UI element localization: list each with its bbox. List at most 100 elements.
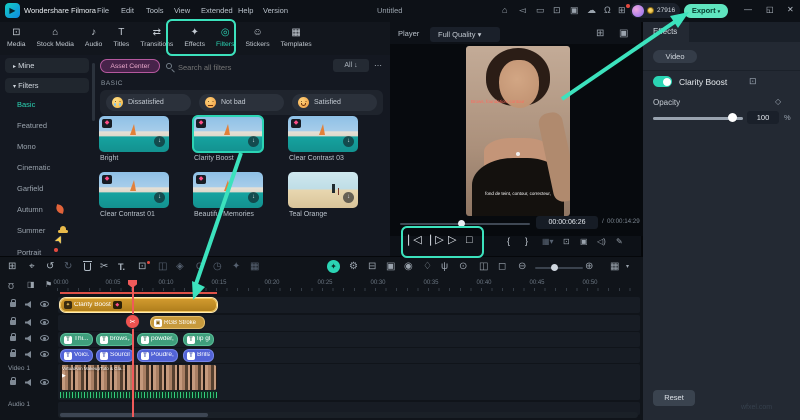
marker-icon[interactable]: ◻ [498, 262, 506, 272]
all-download-button[interactable]: All ↓ [333, 59, 369, 72]
filter-card-clear-contrast-03[interactable]: ◆ ↓ Clear Contrast 03 [288, 116, 358, 152]
settings-gear-icon[interactable]: ⚙ [349, 262, 358, 272]
tab-templates[interactable]: ▦Templates [281, 28, 312, 49]
lock-icon[interactable] [10, 320, 16, 325]
sidebar-group-filters[interactable]: ▾ Filters [5, 78, 89, 93]
snapshot-camera-icon[interactable]: ▣ [580, 238, 588, 246]
video-preview[interactable]: Brows, foundation, contour fond de teint… [466, 46, 570, 216]
filter-card-clarity-boost[interactable]: ◆ ↓ Clarity Boost [193, 116, 263, 152]
window-close-button[interactable]: ✕ [787, 6, 794, 14]
filter-thumbnail[interactable]: ◆ ↓ [288, 116, 358, 152]
shield-icon[interactable]: ♢ [423, 262, 432, 272]
window-minimize-button[interactable]: — [744, 6, 752, 14]
timeline-horizontal-scrollbar[interactable] [58, 412, 638, 418]
cloud-upload-icon[interactable]: ☁ [587, 6, 596, 15]
text-clip[interactable]: TSourcil... [96, 349, 134, 362]
speaker-icon[interactable]: ◁) [597, 238, 606, 246]
undo-icon[interactable]: ↺ [46, 262, 54, 272]
menu-file[interactable]: File [97, 7, 109, 15]
support-icon[interactable]: Ω [604, 6, 611, 15]
more-options-icon[interactable]: ⋯ [374, 62, 382, 70]
speaker-icon[interactable] [25, 301, 33, 308]
effect-track-2[interactable] [58, 315, 640, 331]
download-icon[interactable]: ↓ [154, 136, 165, 147]
asset-grid-tool-icon[interactable]: ⊞ [8, 262, 16, 272]
tab-media[interactable]: ⊡Media [7, 28, 26, 49]
crop-icon[interactable]: ⊡ [138, 262, 146, 272]
split-at-playhead-icon[interactable]: ✂ [125, 314, 140, 329]
eye-icon[interactable] [40, 301, 49, 307]
search-input[interactable] [176, 59, 300, 75]
text-clip[interactable]: Tlip gl... [183, 333, 214, 346]
tab-audio[interactable]: ♪Audio [85, 28, 102, 49]
mask-tool-icon[interactable]: ▦ [250, 262, 259, 272]
quality-dropdown[interactable]: Full Quality ▾ [430, 27, 500, 42]
tab-titles[interactable]: TTitles [113, 28, 129, 49]
display-mode-icon[interactable]: ⊡ [563, 238, 570, 246]
sidebar-group-mine[interactable]: ▸ Mine [5, 58, 89, 73]
track-manager-caret-icon[interactable]: ▾ [626, 264, 629, 270]
sidebar-item-portrait[interactable]: Portrait [17, 249, 41, 256]
tab-stickers[interactable]: ☺Stickers [245, 28, 269, 49]
delete-trash-icon[interactable] [84, 263, 91, 271]
download-icon[interactable]: ↓ [343, 192, 354, 203]
filter-thumbnail[interactable]: ◆ ↓ [99, 172, 169, 208]
select-tool-icon[interactable]: ⌖ [29, 262, 35, 272]
clarity-boost-toggle[interactable] [653, 76, 672, 87]
zoom-tool-icon[interactable]: Q [196, 262, 203, 271]
zoom-out-icon[interactable]: ⊖ [518, 262, 526, 272]
menu-extended[interactable]: Extended [201, 7, 233, 15]
export-button[interactable]: Export ▾ [684, 4, 728, 18]
lock-icon[interactable] [10, 380, 16, 385]
text-clip[interactable]: Tbrows,... [96, 333, 134, 346]
clip-rgb-stroke[interactable]: ▣ RGB Stroke [150, 316, 205, 329]
tab-effects-inspector[interactable]: Effects [643, 22, 689, 42]
feedback-notbad-button[interactable]: Not bad [199, 94, 284, 111]
opacity-value-field[interactable]: 100 [747, 111, 779, 124]
redo-icon[interactable]: ↻ [64, 262, 72, 272]
device-icon[interactable]: ⊡ [553, 6, 561, 15]
apps-grid-icon[interactable]: ⊞ [618, 6, 626, 15]
menu-tools[interactable]: Tools [146, 7, 164, 15]
video-pill-tab[interactable]: Video [653, 50, 697, 63]
window-restore-button[interactable]: ◱ [766, 6, 774, 14]
multiview-icon[interactable]: ⊞ [596, 29, 604, 39]
megaphone-icon[interactable]: ◅ [519, 6, 526, 15]
account-pill[interactable]: 27916 [630, 3, 680, 18]
filter-card-clear-contrast-01[interactable]: ◆ ↓ Clear Contrast 01 [99, 172, 169, 208]
camera-add-icon[interactable]: ▣ [386, 262, 395, 272]
sidebar-item-featured[interactable]: Featured [17, 122, 47, 130]
effects-tool-icon[interactable]: ✦ [232, 262, 240, 272]
tab-stock-media[interactable]: ⌂Stock Media [37, 28, 74, 49]
speaker-icon[interactable] [25, 335, 33, 342]
feedback-dissatisfied-button[interactable]: Dissatisfied [106, 94, 191, 111]
text-clip[interactable]: TVoici... [60, 349, 93, 362]
filter-card-teal-orange[interactable]: ↓ Teal Orange [288, 172, 358, 208]
media-save-icon[interactable]: ▣ [570, 6, 579, 15]
speaker-icon[interactable] [25, 319, 33, 326]
preset-icon[interactable]: ⊡ [749, 77, 757, 86]
scrollbar-handle[interactable] [60, 413, 208, 417]
snapshot-icon[interactable]: ◫ [479, 262, 488, 272]
playhead-line[interactable] [132, 281, 134, 417]
filter-card-beautiful-memories[interactable]: ◆ ↓ Beautiful Memories [193, 172, 263, 208]
shop-icon[interactable]: ⌂ [502, 6, 507, 15]
clip-clarity-boost[interactable]: ✦ Clarity Boost ◆ [60, 298, 217, 312]
opacity-slider-handle[interactable] [728, 113, 737, 122]
download-icon[interactable]: ↓ [343, 136, 354, 147]
mask-view-icon[interactable]: ▣ [619, 29, 628, 39]
render-preview-icon[interactable]: ◉ [404, 262, 413, 272]
text-clip[interactable]: TThi... [60, 333, 93, 346]
snap-magnet-icon[interactable]: Ω [8, 281, 14, 289]
zoom-in-icon[interactable]: ⊕ [585, 262, 593, 272]
audio-waveform[interactable] [60, 391, 217, 399]
mark-in-icon[interactable]: { [507, 237, 510, 246]
timeline-zoom-handle[interactable] [551, 264, 558, 271]
download-icon[interactable]: ↓ [248, 192, 259, 203]
timeline-ruler[interactable]: 00:00 00:05 00:10 00:15 00:20 00:25 00:3… [57, 279, 640, 291]
filter-thumbnail-selected[interactable]: ◆ ↓ [193, 116, 263, 152]
eye-icon[interactable] [40, 319, 49, 325]
download-icon[interactable]: ↓ [248, 136, 259, 147]
microphone-icon[interactable]: ψ [441, 262, 448, 272]
menu-edit[interactable]: Edit [121, 7, 134, 15]
